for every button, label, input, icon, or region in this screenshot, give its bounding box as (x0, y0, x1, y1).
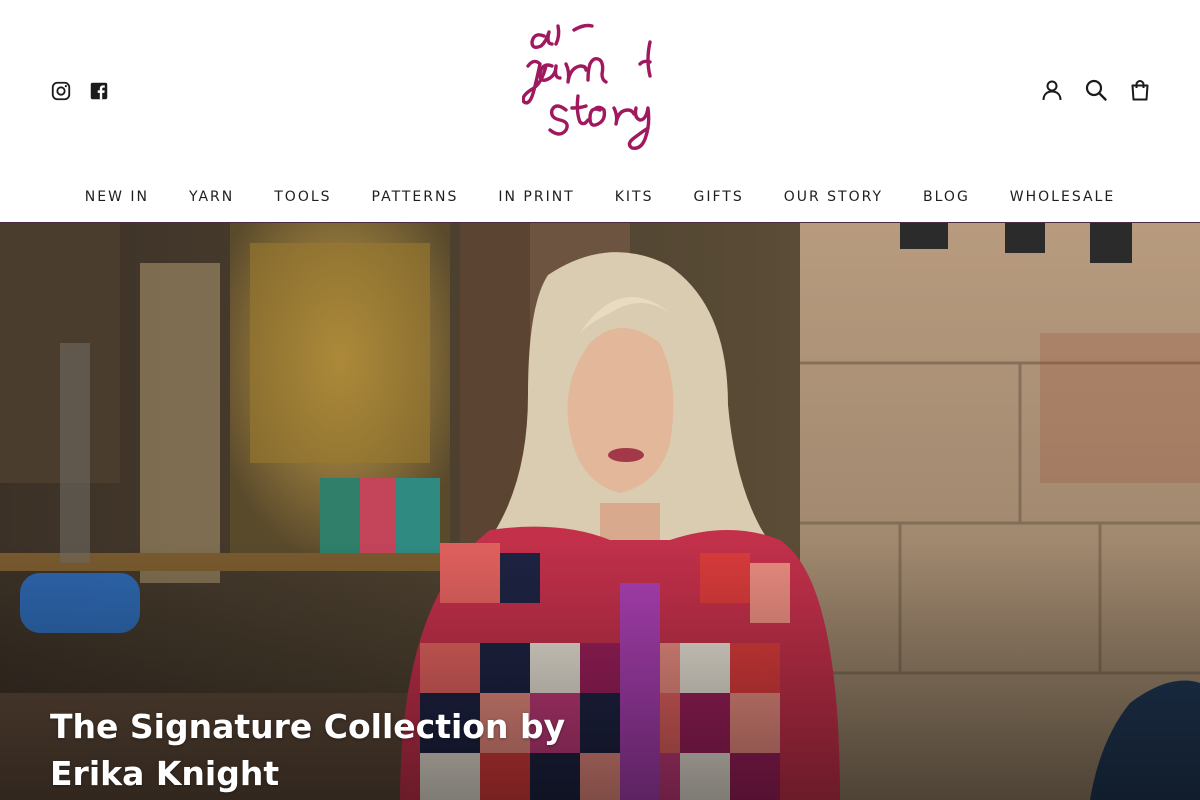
nav-item-new-in[interactable]: NEW IN (85, 186, 149, 208)
hero-title: The Signature Collection by Erika Knight (50, 707, 566, 793)
nav-item-our-story[interactable]: OUR STORY (784, 186, 883, 208)
nav-item-blog[interactable]: BLOG (923, 186, 970, 208)
site-header: NEW IN YARN TOOLS PATTERNS IN PRINT KITS… (0, 0, 1200, 223)
search-icon[interactable] (1084, 78, 1108, 102)
cart-icon[interactable] (1128, 78, 1152, 102)
utility-icons (1040, 78, 1152, 102)
hero-banner[interactable]: The Signature Collection by Erika Knight (0, 223, 1200, 800)
nav-item-in-print[interactable]: IN PRINT (498, 186, 574, 208)
facebook-icon[interactable] (88, 80, 110, 102)
brand-logo[interactable] (522, 22, 678, 158)
nav-item-kits[interactable]: KITS (615, 186, 654, 208)
social-links (50, 80, 110, 102)
nav-item-yarn[interactable]: YARN (189, 186, 234, 208)
nav-item-patterns[interactable]: PATTERNS (372, 186, 459, 208)
nav-item-gifts[interactable]: GIFTS (693, 186, 743, 208)
nav-item-wholesale[interactable]: WHOLESALE (1010, 186, 1115, 208)
nav-item-tools[interactable]: TOOLS (274, 186, 331, 208)
main-navigation: NEW IN YARN TOOLS PATTERNS IN PRINT KITS… (0, 186, 1200, 208)
account-icon[interactable] (1040, 78, 1064, 102)
instagram-icon[interactable] (50, 80, 72, 102)
